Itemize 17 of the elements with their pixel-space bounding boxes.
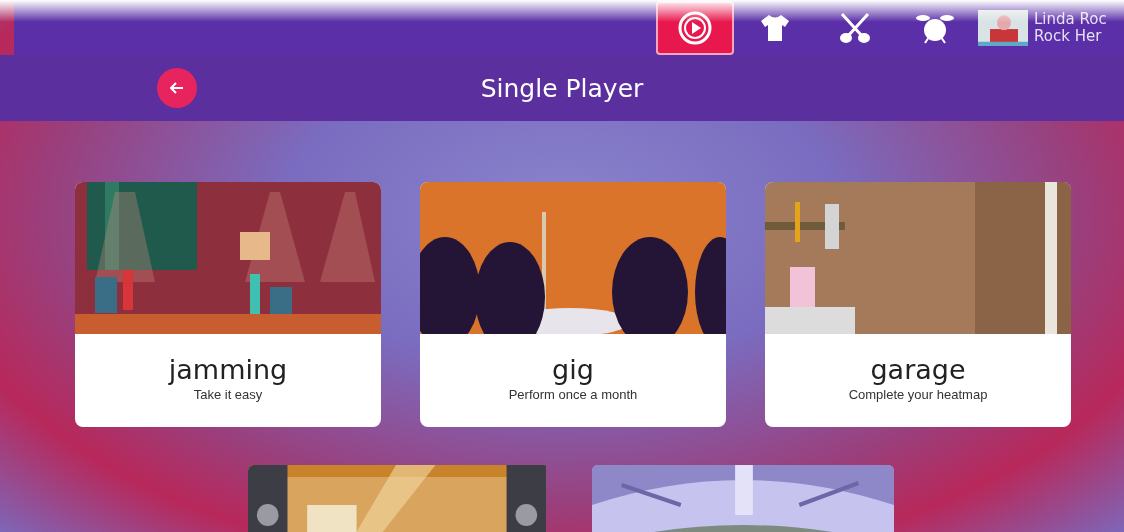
play-icon xyxy=(678,10,712,45)
mode-description: Complete your heatmap xyxy=(848,386,988,402)
player-name: Linda Roc xyxy=(1034,10,1107,28)
mode-description: Take it easy xyxy=(193,386,263,402)
page-title: Single Player xyxy=(480,73,644,103)
mode-title: gig xyxy=(552,353,594,385)
mode-title: jamming xyxy=(168,353,288,385)
mode-title: garage xyxy=(870,353,966,385)
nav-tab[interactable] xyxy=(658,2,732,53)
mode-card[interactable]: gig Perform once a month xyxy=(420,182,726,427)
shirt-icon xyxy=(759,12,791,43)
back-arrow-icon xyxy=(170,82,184,94)
mode-description: Perform once a month xyxy=(508,386,638,402)
mode-card[interactable]: garage Complete your heatmap xyxy=(765,182,1071,427)
back-button[interactable] xyxy=(157,68,197,108)
player-rank: Rock Her xyxy=(1034,27,1103,45)
mode-card[interactable]: jamming Take it easy xyxy=(75,182,381,427)
